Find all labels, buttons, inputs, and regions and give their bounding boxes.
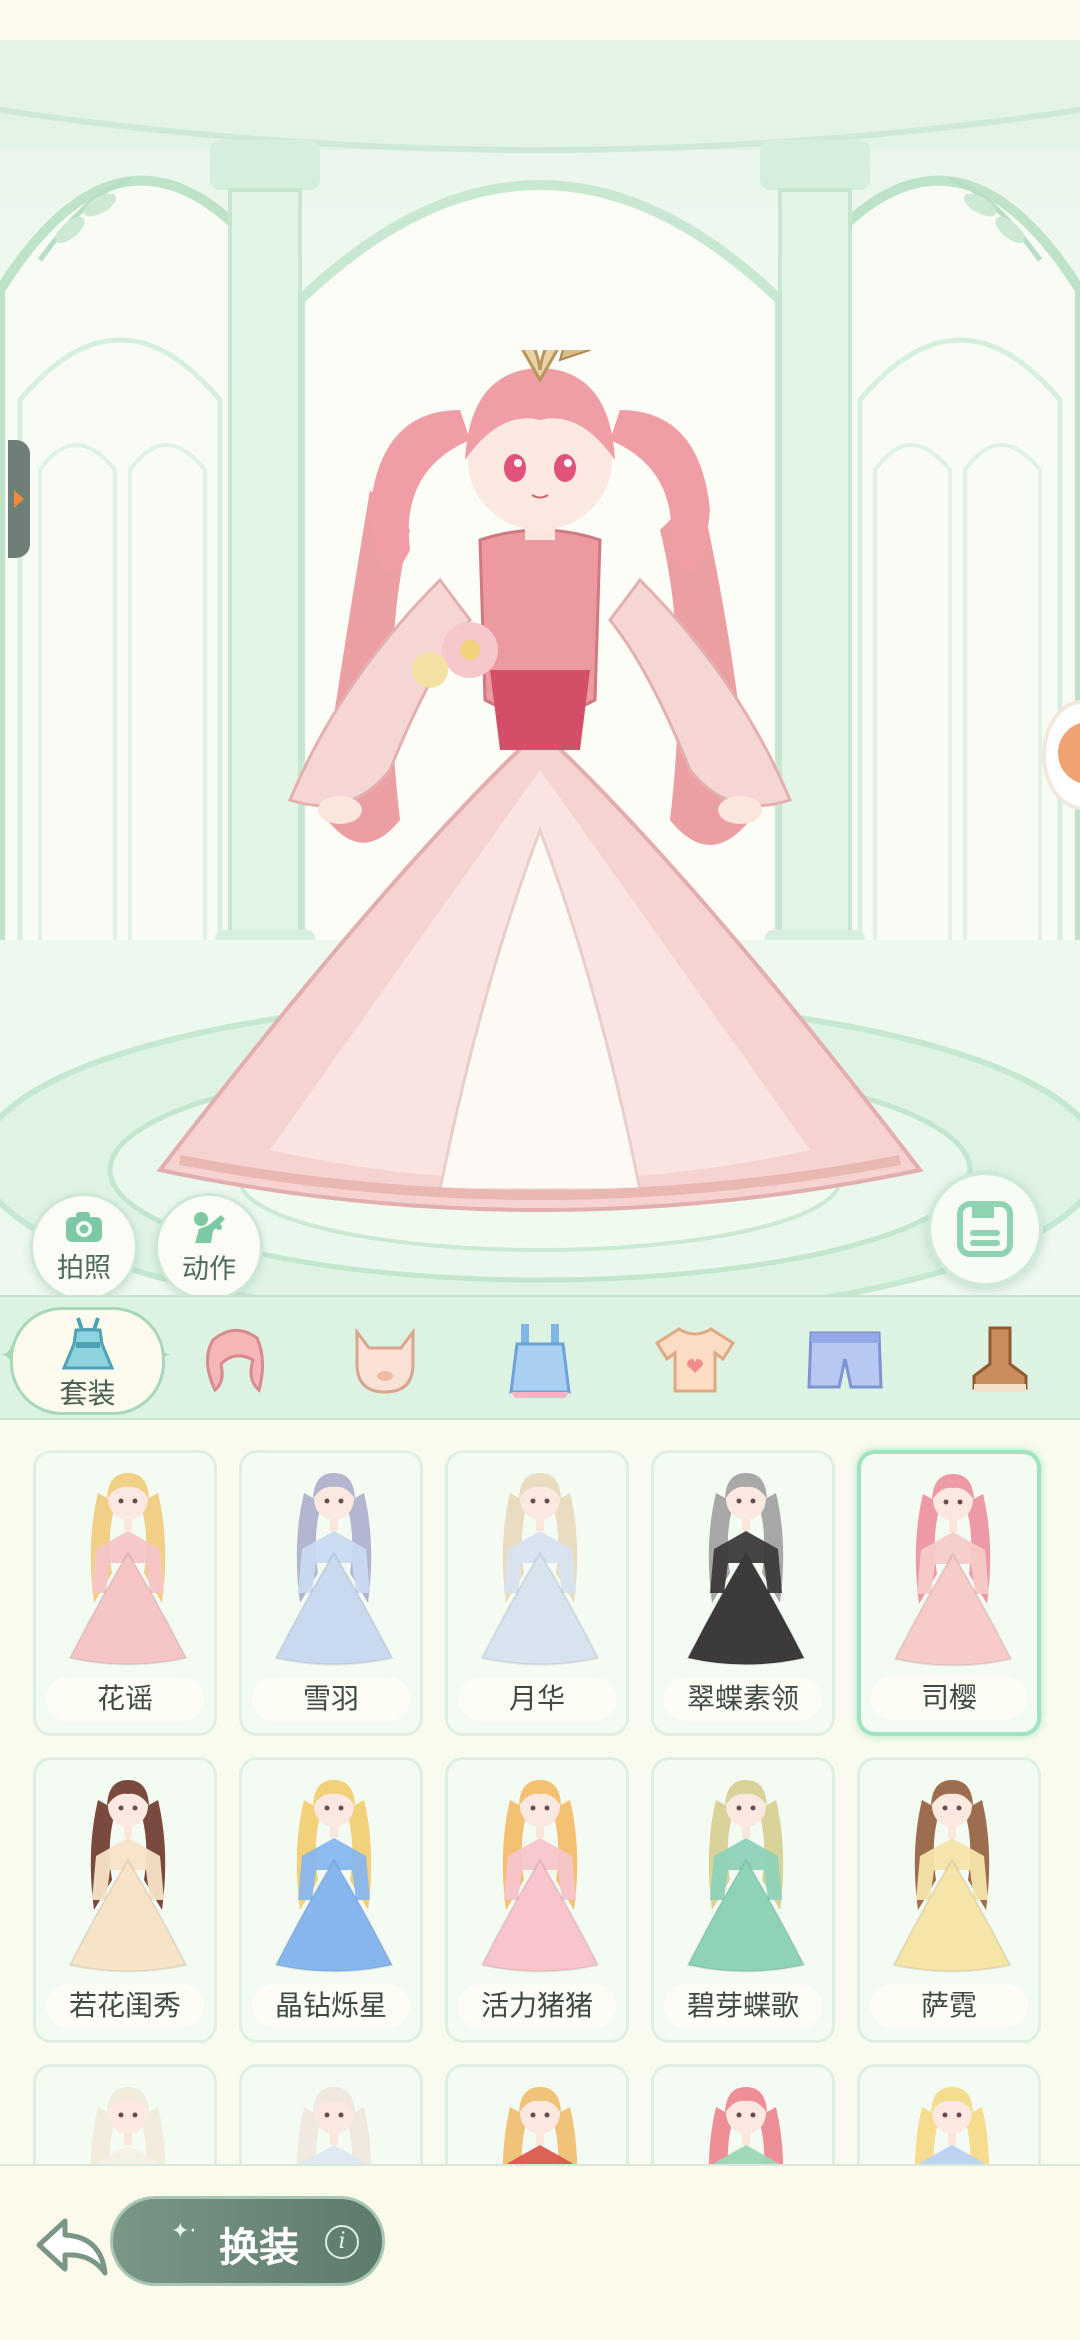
category-tab-outfit-set[interactable]: 套装 (10, 1307, 165, 1415)
outfit-name: 司樱 (871, 1676, 1027, 1720)
outfit-name: 活力猪猪 (458, 1984, 616, 2028)
category-tab-dress[interactable] (490, 1297, 590, 1422)
status-bar (0, 0, 1080, 40)
action-label: 动作 (182, 1253, 236, 1285)
shoes-icon (972, 1326, 1028, 1392)
outfit-name: 月华 (458, 1677, 616, 1721)
outfit-name: 雪羽 (252, 1677, 410, 1721)
category-tab-hair[interactable] (185, 1297, 285, 1422)
outfit-card[interactable] (445, 2064, 629, 2164)
outfit-grid: 花谣 雪羽 月华 翠蝶素领 司樱若花闺秀 晶钻烁星 活力猪猪 碧芽蝶歌 萨霓 (0, 1420, 1080, 2164)
category-bar: ✦ ✦ 套装 (0, 1295, 1080, 1420)
outfit-card[interactable]: 萨霓 (857, 1757, 1041, 2043)
camera-icon (66, 1211, 102, 1242)
face-icon (355, 1327, 415, 1394)
outfit-preview-figure (686, 1780, 806, 1973)
outfit-card[interactable]: 司樱 (857, 1450, 1041, 1736)
outfit-name: 碧芽蝶歌 (664, 1984, 822, 2028)
outfit-card[interactable]: 晶钻烁星 (239, 1757, 423, 2043)
category-label: 套装 (59, 1377, 116, 1410)
side-drawer-tab[interactable] (8, 440, 30, 558)
outfit-preview-figure (686, 1473, 806, 1666)
bottom-bar: ✦· 换装 i (0, 2164, 1080, 2340)
outfit-name: 翠蝶素领 (664, 1677, 822, 1721)
outfit-preview-figure (274, 1473, 394, 1666)
outfit-card[interactable]: 翠蝶素领 (651, 1450, 835, 1736)
character-avatar[interactable] (140, 350, 940, 1250)
outfit-card[interactable]: 碧芽蝶歌 (651, 1757, 835, 2043)
outfit-card[interactable] (857, 2064, 1041, 2164)
outfit-preview-figure (502, 2087, 578, 2164)
photo-button[interactable]: 拍照 (30, 1193, 138, 1295)
outfit-card[interactable]: 雪羽 (239, 1450, 423, 1736)
outfit-preview-figure (90, 2087, 166, 2164)
outfit-name: 花谣 (46, 1677, 204, 1721)
action-button[interactable]: 动作 (155, 1193, 263, 1295)
outfit-card[interactable] (651, 2064, 835, 2164)
outfit-preview-figure (708, 2087, 784, 2164)
outfit-preview-figure (68, 1780, 188, 1973)
change-outfit-button[interactable]: ✦· 换装 i (110, 2196, 385, 2286)
dress-up-screen: 拍照 动作 ✦ ✦ (0, 0, 1080, 2340)
outfit-card[interactable] (239, 2064, 423, 2164)
outfit-name: 晶钻烁星 (252, 1984, 410, 2028)
category-tab-top[interactable] (645, 1297, 745, 1422)
outfit-preview-figure (893, 1474, 1013, 1667)
category-tab-face[interactable] (335, 1297, 435, 1422)
outfit-card[interactable]: 若花闺秀 (33, 1757, 217, 2043)
back-arrow-icon (36, 2218, 108, 2276)
outfit-preview-figure (274, 1780, 394, 1973)
photo-label: 拍照 (57, 1252, 111, 1284)
save-icon (957, 1201, 1013, 1257)
sparkle-icon: ✦· (171, 2219, 197, 2244)
outfit-card[interactable]: 花谣 (33, 1450, 217, 1736)
outfit-preview-figure (480, 1473, 600, 1666)
outfit-card[interactable]: 活力猪猪 (445, 1757, 629, 2043)
outfit-name: 萨霓 (870, 1984, 1028, 2028)
character-stage: 拍照 动作 (0, 40, 1080, 1295)
outfit-preview-figure (892, 1780, 1012, 1973)
outfit-preview-figure (296, 2087, 372, 2164)
outfit-card[interactable] (33, 2064, 217, 2164)
outfit-preview-figure (914, 2087, 990, 2164)
save-button[interactable] (927, 1171, 1043, 1287)
category-tab-shoes[interactable] (950, 1297, 1050, 1422)
shorts-icon (807, 1331, 883, 1388)
outfit-card[interactable]: 月华 (445, 1450, 629, 1736)
hair-icon (206, 1328, 264, 1393)
outfit-set-icon (61, 1317, 114, 1370)
pose-icon (194, 1211, 225, 1243)
outfit-name: 若花闺秀 (46, 1984, 204, 2028)
dress-icon (509, 1323, 571, 1398)
info-icon[interactable]: i (325, 2225, 359, 2259)
outfit-preview-figure (68, 1473, 188, 1666)
category-tab-shorts[interactable] (795, 1297, 895, 1422)
change-outfit-label: 换装 (219, 2225, 299, 2271)
top-icon (654, 1326, 736, 1392)
outfit-preview-figure (480, 1780, 600, 1973)
